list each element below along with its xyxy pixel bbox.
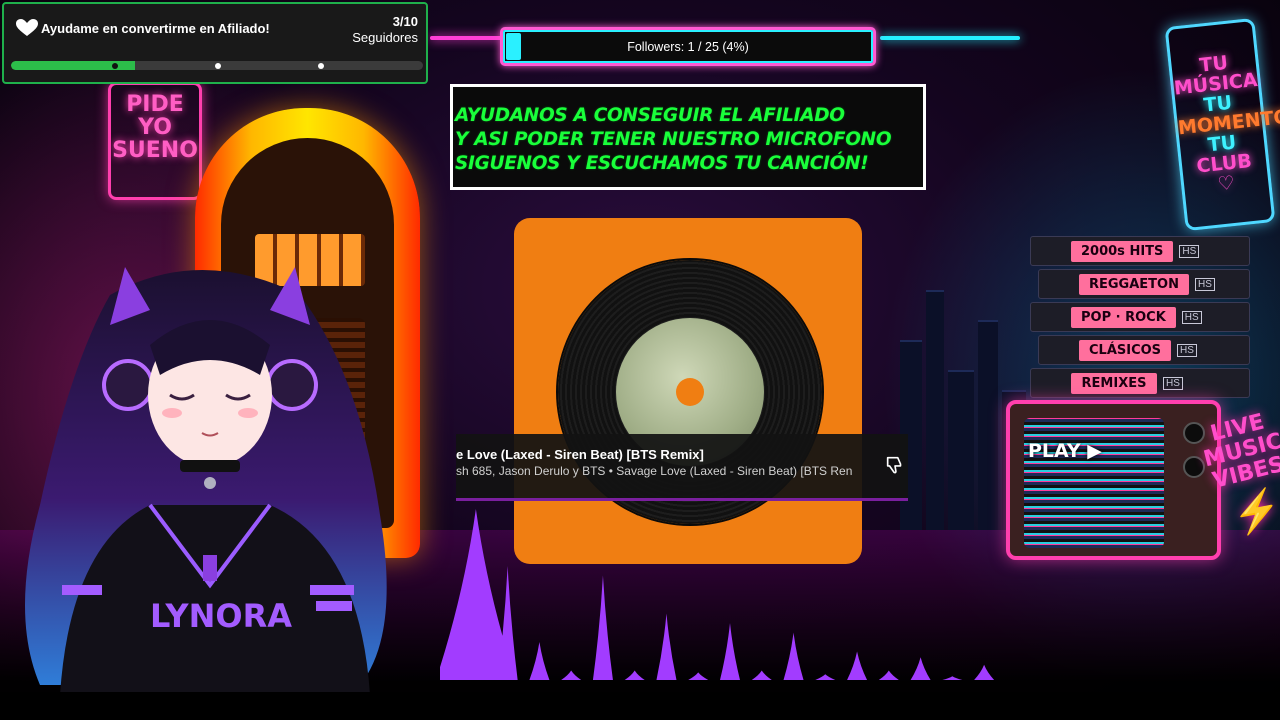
followers-progress-text: Followers: 1 / 25 (4%)	[627, 40, 749, 54]
tv-screen	[1024, 418, 1164, 548]
visualizer-bar	[656, 613, 677, 680]
goal-title: Ayudame en convertirme en Afiliado!	[41, 21, 270, 36]
retro-tv: PLAY ▶	[1006, 400, 1221, 560]
heart-hands-icon	[16, 19, 38, 36]
tv-play-label: PLAY ▶	[1028, 440, 1102, 462]
follower-goal-widget: Ayudame en convertirme en Afiliado! 3/10…	[2, 2, 428, 84]
visualizer-bar	[815, 674, 836, 680]
song-artist: sh 685, Jason Derulo y BTS • Savage Love…	[456, 464, 853, 478]
tape-cassette: 2000s HITS HS	[1030, 236, 1250, 266]
goal-milestone-dot	[215, 63, 221, 69]
visualizer-bar	[688, 672, 709, 680]
tape-badge: HS	[1194, 277, 1215, 291]
visualizer-bar	[847, 651, 868, 680]
visualizer-bar	[497, 566, 518, 680]
message-line: Y ASI PODER TENER NUESTRO MICROFONO	[455, 129, 892, 150]
tape-label: REGGAETON	[1079, 273, 1189, 295]
goal-count-label: Seguidores	[352, 30, 418, 45]
tape-badge: HS	[1163, 376, 1183, 390]
tape-badge: HS	[1179, 244, 1200, 258]
audio-visualizer	[440, 509, 995, 680]
visualizer-bar	[783, 632, 804, 680]
lightning-bolt-icon: ⚡	[1228, 486, 1280, 538]
visualizer-bar	[942, 676, 963, 680]
visualizer-bar	[751, 670, 772, 680]
visualizer-bar	[910, 657, 931, 680]
tape-cassette: CLÁSICOS HS	[1038, 335, 1250, 365]
visualizer-bar	[529, 642, 550, 680]
goal-count-value: 3/10	[392, 14, 418, 29]
tape-cassette: POP · ROCK HS	[1030, 302, 1250, 332]
message-line: SIGUENOS Y ESCUCHAMOS TU CANCIÓN!	[455, 153, 869, 174]
goal-count: 3/10 Seguidores	[352, 14, 418, 46]
bottom-black-bar	[0, 692, 1280, 720]
goal-milestone-dot	[318, 63, 324, 69]
vinyl-center	[676, 378, 704, 406]
followers-progress-bar: Followers: 1 / 25 (4%)	[500, 27, 876, 66]
tape-label: REMIXES	[1071, 372, 1157, 394]
neon-line-cyan	[880, 36, 1020, 40]
visualizer-bar	[624, 670, 645, 680]
message-line: AYUDANOS A CONSEGUIR EL AFILIADO	[455, 105, 845, 126]
neon-sign-line: SUENO	[112, 138, 198, 164]
visualizer-bar	[878, 670, 899, 680]
avatar-shirt-text: LYNORA	[150, 597, 292, 635]
neon-line-pink	[430, 36, 502, 40]
tape-badge: HS	[1177, 343, 1197, 357]
vtuber-avatar: LYNORA	[25, 267, 387, 695]
tape-label: 2000s HITS	[1071, 240, 1174, 262]
tape-badge: HS	[1181, 310, 1202, 324]
visualizer-bar	[561, 670, 582, 680]
song-title: e Love (Laxed - Siren Beat) [BTS Remix]	[456, 447, 704, 462]
tape-cassette: REMIXES HS	[1030, 368, 1250, 398]
visualizer-bar	[592, 575, 613, 680]
visualizer-bar	[974, 664, 995, 680]
visualizer-bar	[720, 623, 740, 680]
neon-sign-pide: PIDE YO SUENO	[108, 82, 202, 200]
goal-milestone-dot	[112, 63, 118, 69]
neon-sign-line: YO	[138, 115, 172, 141]
tape-label: CLÁSICOS	[1079, 339, 1172, 361]
message-banner: AYUDANOS A CONSEGUIR EL AFILIADO Y ASI P…	[450, 84, 926, 190]
thumbs-down-icon[interactable]	[884, 454, 906, 476]
tape-cassette: REGGAETON HS	[1038, 269, 1250, 299]
neon-sign-line: PIDE	[126, 92, 184, 117]
tape-label: POP · ROCK	[1071, 306, 1176, 328]
tape-stack: 2000s HITS HS REGGAETON HS POP · ROCK HS CLÁSI…	[1030, 236, 1250, 401]
